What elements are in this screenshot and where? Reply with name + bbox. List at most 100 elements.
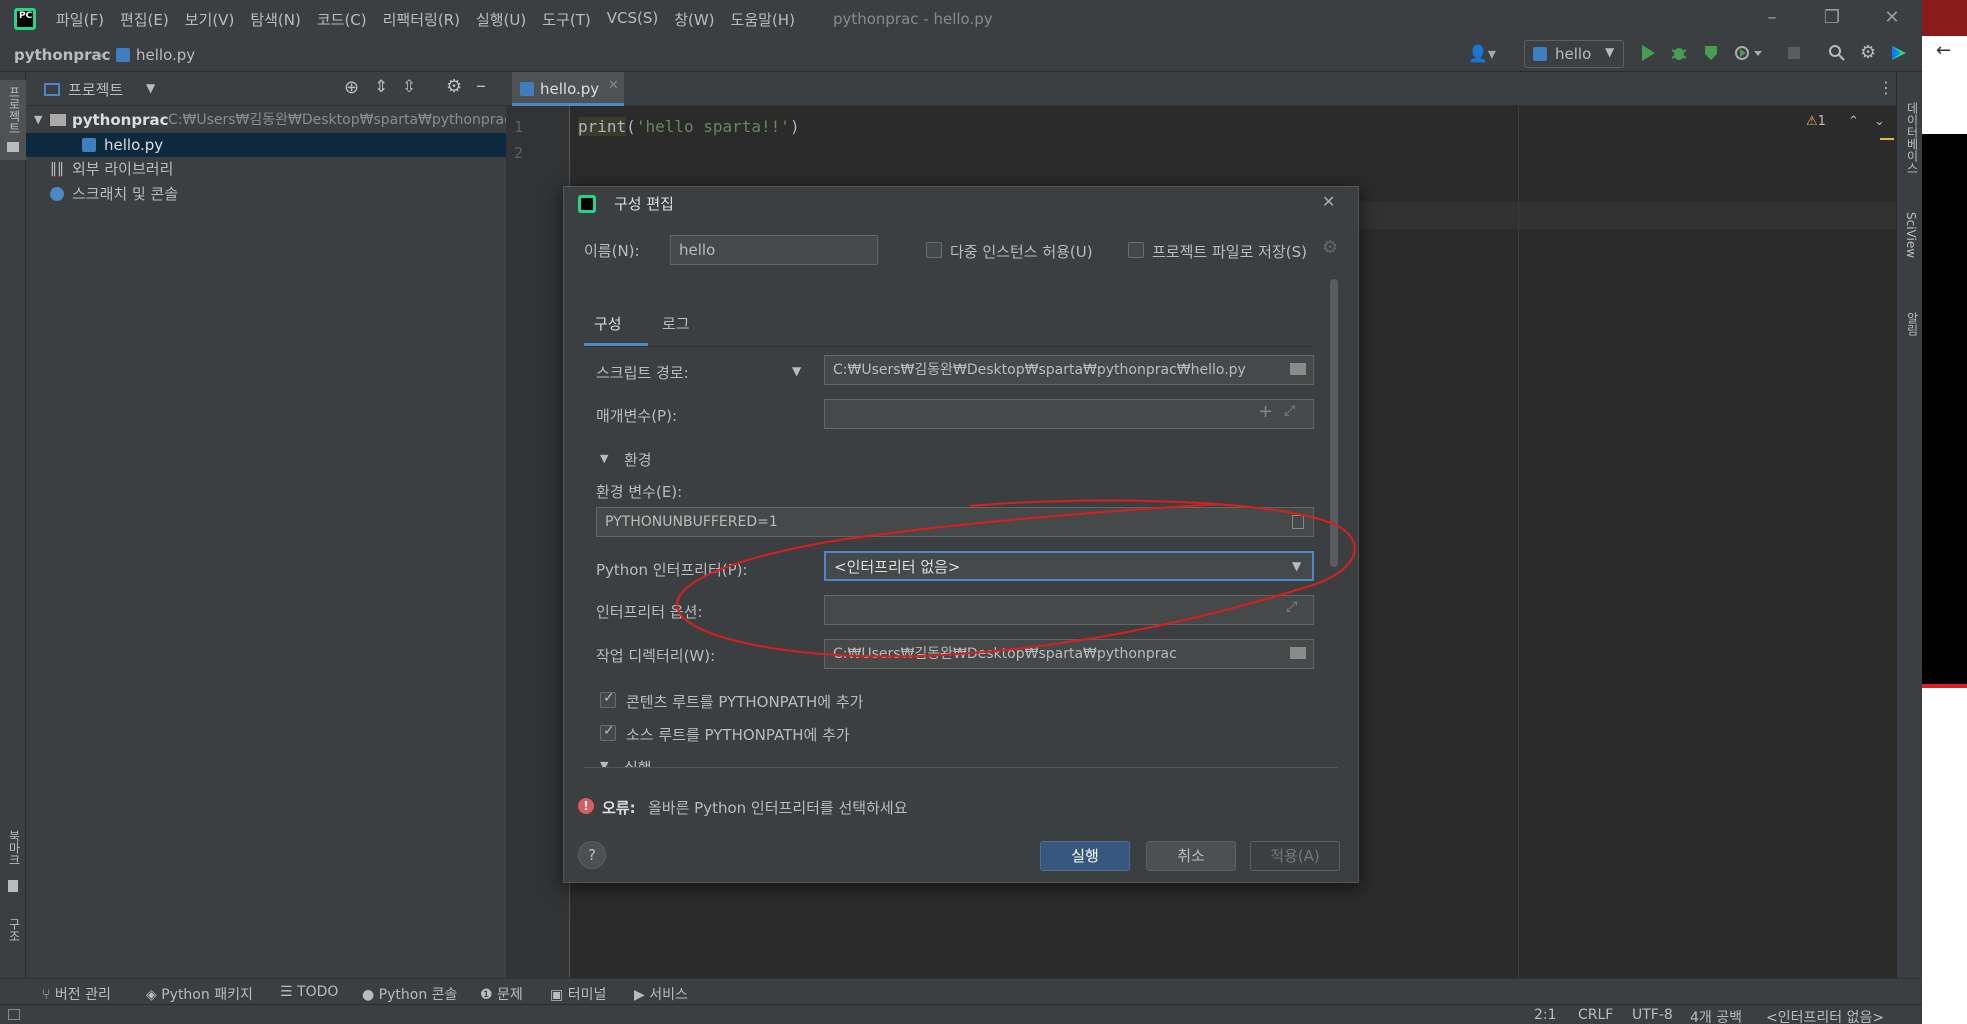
settings-gear-icon[interactable]: ⚙ [1322, 237, 1338, 258]
collapse-all-icon[interactable]: ⇳ [402, 77, 416, 97]
database-tool-tab[interactable]: 데이터베이스 [1904, 102, 1921, 174]
layout-toggle-icon[interactable] [8, 1009, 20, 1020]
run-config-name: hello [1555, 45, 1592, 63]
more-tabs-icon[interactable]: ⋮ [1878, 78, 1894, 97]
project-panel: 프로젝트 ▼ ⊕ ⇕ ⇳ ⚙ – ▼ pythonprac C:₩Users₩김… [26, 72, 512, 978]
run-icon[interactable] [1640, 44, 1656, 62]
notifications-tool-tab[interactable]: 알림 [1904, 312, 1921, 336]
chevron-down-icon: ▼ [34, 113, 43, 126]
chevron-down-icon[interactable]: ▼ [600, 759, 608, 767]
store-as-project-file-checkbox[interactable] [1128, 242, 1144, 258]
breadcrumb-project[interactable]: pythonprac [14, 46, 111, 64]
tool-version-control[interactable]: ⑂ 버전 관리 [42, 984, 111, 1004]
menu-tools[interactable]: 도구(T) [534, 9, 598, 30]
status-interpreter[interactable]: <인터프리터 없음> [1766, 1007, 1884, 1024]
minimize-icon[interactable]: – [1742, 0, 1802, 38]
chevron-down-icon[interactable]: ▼ [600, 452, 608, 465]
tab-separator [584, 346, 1314, 347]
tool-problems[interactable]: ❶ 문제 [480, 984, 523, 1004]
tab-logs[interactable]: 로그 [662, 313, 690, 334]
close-window-icon[interactable]: ✕ [1862, 0, 1922, 38]
jetbrains-update-icon[interactable] [1890, 44, 1908, 62]
user-account-icon[interactable]: 👤▾ [1468, 44, 1498, 66]
code-line-1[interactable]: print('hello sparta!!') [578, 117, 800, 136]
menu-vcs[interactable]: VCS(S) [599, 9, 666, 30]
next-highlight-icon[interactable]: ⌄ [1874, 114, 1885, 129]
debug-icon[interactable] [1670, 44, 1688, 62]
menu-help[interactable]: 도움말(H) [723, 9, 803, 30]
menu-edit[interactable]: 편집(E) [112, 9, 177, 30]
tree-scratches[interactable]: 스크래치 및 콘솔 [26, 182, 506, 206]
menu-navigate[interactable]: 탐색(N) [242, 9, 309, 30]
error-icon: ! [578, 798, 594, 814]
close-tab-icon[interactable]: ✕ [608, 78, 619, 93]
project-panel-title[interactable]: 프로젝트 [68, 79, 123, 100]
parameters-input[interactable] [824, 399, 1314, 429]
status-caret-position[interactable]: 2:1 [1534, 1007, 1557, 1023]
restore-icon[interactable]: ❐ [1802, 0, 1862, 38]
menu-run[interactable]: 실행(U) [468, 9, 534, 30]
status-indent[interactable]: 4개 공백 [1690, 1007, 1742, 1024]
menu-view[interactable]: 보기(V) [177, 9, 243, 30]
tool-python-packages[interactable]: ◈ Python 패키지 [146, 984, 253, 1004]
options-gear-icon[interactable]: ⚙ [446, 76, 462, 97]
sciview-tool-tab[interactable]: SciView [1904, 212, 1918, 258]
menu-code[interactable]: 코드(C) [309, 9, 375, 30]
chevron-down-icon[interactable]: ▼ [146, 81, 155, 95]
status-encoding[interactable]: UTF-8 [1632, 1007, 1673, 1023]
settings-gear-icon[interactable]: ⚙ [1860, 42, 1878, 63]
menu-file[interactable]: 파일(F) [48, 9, 112, 30]
tab-configuration[interactable]: 구성 [594, 313, 622, 334]
close-dialog-icon[interactable]: ✕ [1322, 192, 1335, 211]
editor-tab-hello[interactable]: hello.py ✕ [512, 72, 624, 106]
tool-todo[interactable]: ☰ TODO [280, 984, 338, 1000]
run-config-selector[interactable]: hello ▼ [1524, 40, 1624, 68]
add-content-roots-checkbox[interactable] [600, 690, 616, 708]
expand-field-icon[interactable]: ⤢ [1284, 403, 1295, 419]
structure-tool-tab[interactable]: 구조 [6, 918, 23, 942]
add-macro-icon[interactable]: + [1258, 401, 1273, 422]
add-content-roots-label: 콘텐츠 루트를 PYTHONPATH에 추가 [626, 693, 864, 711]
breadcrumb-file[interactable]: hello.py [136, 46, 195, 64]
bottom-tool-bar: ⑂ 버전 관리 ◈ Python 패키지 ☰ TODO ● Python 콘솔 … [0, 978, 1922, 1004]
tool-python-console[interactable]: ● Python 콘솔 [362, 984, 457, 1004]
stop-icon[interactable] [1788, 47, 1800, 59]
search-icon[interactable] [1828, 44, 1846, 62]
tree-external-libraries[interactable]: ‖‖ 외부 라이브러리 [26, 157, 506, 181]
locate-file-icon[interactable]: ⊕ [344, 77, 359, 98]
red-annotation-circle [676, 499, 1356, 658]
scratches-label: 스크래치 및 콘솔 [72, 185, 179, 203]
browser-back-icon[interactable]: ← [1936, 40, 1951, 61]
coverage-icon[interactable] [1702, 44, 1720, 62]
status-line-separator[interactable]: CRLF [1578, 1007, 1613, 1023]
name-input[interactable]: hello [670, 235, 878, 265]
tree-root-pythonprac[interactable]: ▼ pythonprac C:₩Users₩김동완₩Desktop₩sparta… [26, 108, 512, 132]
warning-indicator-icon[interactable]: ⚠1 [1806, 114, 1826, 129]
script-path-input[interactable]: C:₩Users₩김동완₩Desktop₩sparta₩pythonprac₩h… [824, 355, 1314, 385]
add-source-roots-label: 소스 루트를 PYTHONPATH에 추가 [626, 726, 850, 744]
menu-refactor[interactable]: 리팩터링(R) [375, 9, 468, 30]
line-gutter: 1 2 [506, 106, 570, 978]
help-button[interactable]: ? [578, 841, 606, 869]
bookmark-icon [8, 880, 18, 892]
execution-section-title: 실행 [624, 757, 652, 767]
tool-terminal[interactable]: ▣ 터미널 [550, 984, 606, 1004]
cancel-button[interactable]: 취소 [1146, 841, 1236, 871]
profile-icon[interactable] [1734, 44, 1764, 62]
run-button[interactable]: 실행 [1040, 841, 1130, 871]
project-view-icon [44, 83, 60, 96]
allow-parallel-checkbox[interactable] [926, 242, 942, 258]
add-source-roots-checkbox[interactable] [600, 723, 616, 741]
chevron-down-icon[interactable]: ▼ [792, 364, 801, 378]
bookmarks-tool-tab[interactable]: 북마크 [6, 830, 23, 866]
tree-file-hello[interactable]: hello.py [26, 133, 506, 157]
hide-panel-icon[interactable]: – [476, 73, 486, 97]
apply-button[interactable]: 적용(A) [1250, 841, 1340, 871]
root-folder-path: C:₩Users₩김동완₩Desktop₩sparta₩pythonprac [168, 112, 512, 128]
video-play-icon[interactable]: ▶ [1932, 690, 1946, 711]
expand-all-icon[interactable]: ⇕ [374, 77, 388, 97]
tool-services[interactable]: ▶ 서비스 [634, 984, 688, 1004]
previous-highlight-icon[interactable]: ⌃ [1848, 114, 1859, 129]
menu-window[interactable]: 창(W) [666, 9, 722, 30]
browse-folder-icon[interactable] [1290, 363, 1306, 375]
